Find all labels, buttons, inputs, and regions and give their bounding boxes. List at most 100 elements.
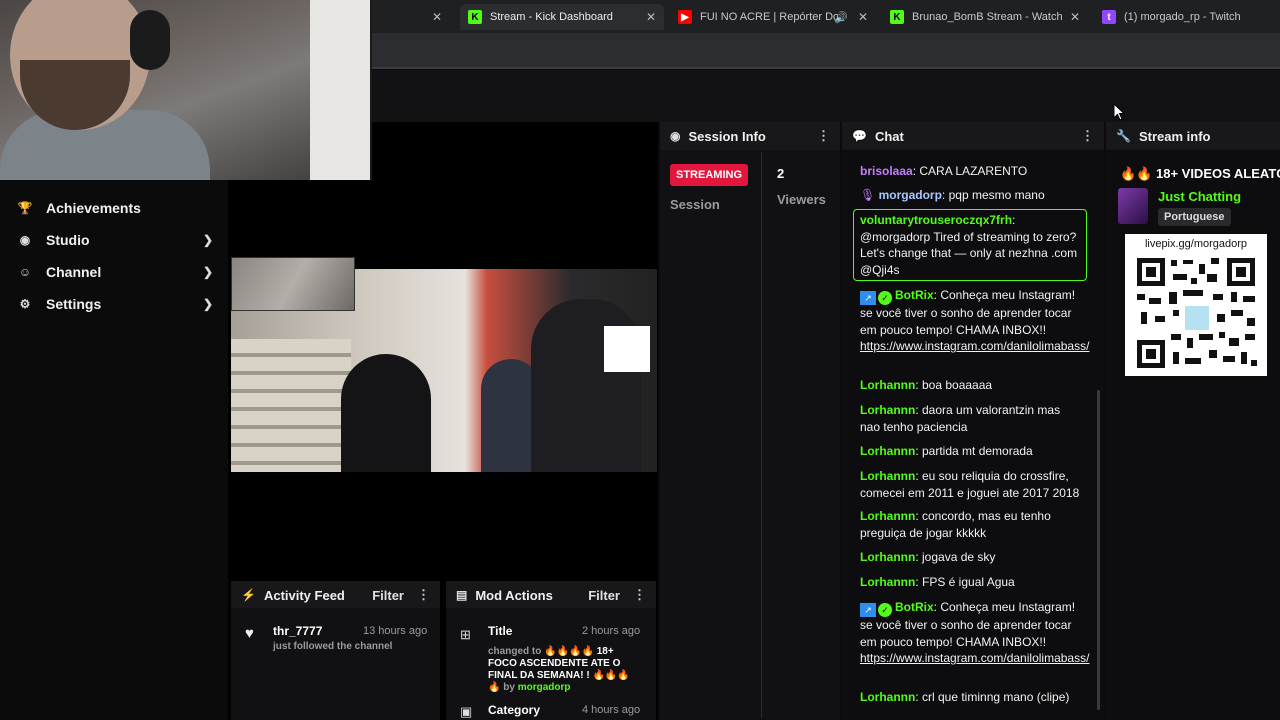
stream-info-header: 🔧 Stream info: [1106, 122, 1280, 150]
webcam-overlay: [0, 0, 372, 180]
panel-title: Session Info: [688, 128, 766, 144]
mouse-cursor-icon: [1113, 103, 1125, 121]
mod-action-prefix: changed to: [488, 646, 542, 657]
headset: [130, 10, 170, 70]
chat-link[interactable]: https://www.instagram.com/danilolimabass…: [860, 339, 1089, 353]
filter-button[interactable]: Filter: [372, 588, 404, 603]
sidebar-item-label: Studio: [46, 232, 90, 248]
chat-link[interactable]: https://www.instagram.com/danilolimabass…: [860, 651, 1089, 665]
chat-username[interactable]: Lorhannn: [860, 378, 915, 392]
chat-message: ↗ ✓ BotRix: Conheça meu Instagram! se você…: [860, 600, 1090, 665]
chat-message: Lorhannn: crl que timinng mano (clipe): [860, 690, 1070, 704]
stream-title[interactable]: 🔥🔥 18+ VIDEOS ALEATÓ: [1120, 166, 1280, 182]
browser-tab-kick-dashboard[interactable]: K Stream - Kick Dashboard ✕: [460, 4, 664, 30]
chat-message: ↗ ✓ BotRix: Conheça meu Instagram! se você…: [860, 288, 1090, 353]
browser-tab-twitch[interactable]: t (1) morgado_rp - Twitch: [1094, 4, 1280, 30]
chat-username[interactable]: Lorhannn: [860, 509, 915, 523]
chat-text: CARA LAZARENTO: [919, 164, 1028, 178]
sidebar-item-achievements[interactable]: 🏆 Achievements: [18, 200, 213, 216]
trophy-icon: 🏆: [17, 201, 33, 215]
chat-username[interactable]: Lorhannn: [860, 403, 915, 417]
chat-message: brisolaaa: CARA LAZARENTO: [860, 164, 1028, 178]
chevron-down-icon: ❯: [202, 233, 213, 247]
chat-message: Lorhannn: boa boaaaaa: [860, 378, 993, 392]
speaker-icon[interactable]: 🔊: [834, 11, 848, 24]
chat-header: 💬 Chat ⋮: [842, 122, 1104, 150]
browser-tab-youtube[interactable]: ▶ FUI NO ACRE | Repórter Do 🔊 ✕: [670, 4, 876, 30]
activity-username[interactable]: thr_7777: [273, 624, 322, 638]
close-icon[interactable]: ✕: [1070, 10, 1080, 24]
sidebar-item-channel[interactable]: ☺ Channel ❯: [18, 264, 213, 280]
category-link[interactable]: Just Chatting: [1158, 189, 1241, 204]
lightning-icon: ⚡: [241, 588, 256, 602]
category-icon: ▣: [460, 704, 473, 719]
bot-badge-icon: ↗: [860, 291, 876, 305]
youtube-icon: ▶: [678, 10, 692, 24]
session-info-header: ◉ Session Info ⋮: [660, 122, 840, 150]
more-options-icon[interactable]: ⋮: [417, 587, 430, 603]
qr-code-pattern: [1137, 258, 1257, 368]
channel-icon: ☺: [18, 265, 32, 279]
browser-tab-brunao[interactable]: K Brunao_BomB Stream - Watch L ✕: [882, 4, 1088, 30]
camera-icon: ◉: [19, 233, 31, 247]
mod-action-type: Category: [488, 703, 541, 717]
mod-action-time: 2 hours ago: [582, 625, 641, 637]
chevron-down-icon: ❯: [202, 297, 213, 311]
filter-button[interactable]: Filter: [588, 588, 620, 603]
chat-username[interactable]: Lorhannn: [860, 575, 915, 589]
mod-action-user[interactable]: morgadorp: [518, 682, 571, 693]
chat-username[interactable]: Lorhannn: [860, 469, 915, 483]
chat-username[interactable]: Lorhannn: [860, 444, 915, 458]
viewers-count: 2: [777, 166, 785, 181]
title-edit-icon: ⊞: [460, 627, 471, 642]
activity-feed-header: ⚡ Activity Feed Filter ⋮: [231, 581, 440, 609]
chat-username[interactable]: brisolaaa: [860, 164, 913, 178]
activity-time: 13 hours ago: [363, 625, 428, 637]
session-label: Session: [670, 197, 720, 212]
bot-badge-icon: ↗: [860, 603, 876, 617]
video-qr-code: [604, 326, 650, 372]
chat-text: Conheça meu Instagram! se você tiver o s…: [860, 288, 1076, 337]
session-icon: ◉: [670, 129, 681, 143]
chat-text: FPS é igual Agua: [922, 575, 1015, 589]
panel-title: Stream info: [1138, 128, 1211, 144]
sidebar: 🏆 Achievements ◉ Studio ❯ ☺ Channel ❯ ⚙ …: [0, 122, 228, 720]
more-options-icon[interactable]: ⋮: [633, 587, 646, 603]
more-options-icon[interactable]: ⋮: [817, 128, 830, 144]
chat-username[interactable]: BotRix: [895, 288, 934, 302]
mod-action-type: Title: [488, 624, 513, 638]
sidebar-item-label: Settings: [46, 296, 102, 312]
viewers-label: Viewers: [777, 192, 826, 207]
chat-scrollbar[interactable]: [1097, 390, 1100, 710]
chat-message: 🎙 morgadorp: pqp mesmo mano: [860, 188, 1045, 202]
language-tag: Portuguese: [1158, 208, 1231, 226]
chevron-down-icon: ❯: [202, 265, 213, 279]
tab-title: Brunao_BomB Stream - Watch L: [912, 11, 1062, 23]
session-info-panel: STREAMING Session 2 Viewers: [660, 150, 840, 720]
chat-username[interactable]: Lorhannn: [860, 550, 915, 564]
mod-actions-panel: ⊞ Title 2 hours ago changed to 🔥🔥🔥🔥 18+ …: [446, 608, 656, 720]
panel-title: Activity Feed: [263, 587, 345, 603]
video-picture-in-picture: [231, 257, 355, 311]
browser-tab-partial[interactable]: ✕: [372, 4, 450, 30]
verified-icon: ✓: [878, 603, 892, 617]
kick-icon: K: [468, 10, 482, 24]
chat-username[interactable]: BotRix: [895, 600, 934, 614]
sidebar-item-settings[interactable]: ⚙ Settings ❯: [18, 296, 213, 312]
close-icon[interactable]: ✕: [858, 10, 868, 24]
video-person: [341, 354, 431, 472]
category-thumbnail[interactable]: [1118, 188, 1148, 224]
chat-message: Lorhannn: concordo, mas eu tenho preguiç…: [860, 509, 1051, 540]
heart-icon: ♥: [245, 625, 254, 642]
tab-title: (1) morgado_rp - Twitch: [1124, 11, 1241, 23]
stream-info-panel: 🔥🔥 18+ VIDEOS ALEATÓ Just Chatting Portu…: [1106, 150, 1280, 720]
close-icon[interactable]: ✕: [646, 10, 656, 24]
video-stairs: [231, 339, 351, 472]
sidebar-item-studio[interactable]: ◉ Studio ❯: [18, 232, 213, 248]
chat-username[interactable]: morgadorp: [879, 188, 942, 202]
more-options-icon[interactable]: ⋮: [1081, 128, 1094, 144]
verified-icon: ✓: [878, 291, 892, 305]
chat-text: Conheça meu Instagram! se você tiver o s…: [860, 600, 1076, 649]
close-icon[interactable]: ✕: [432, 10, 442, 24]
chat-username[interactable]: Lorhannn: [860, 690, 915, 704]
